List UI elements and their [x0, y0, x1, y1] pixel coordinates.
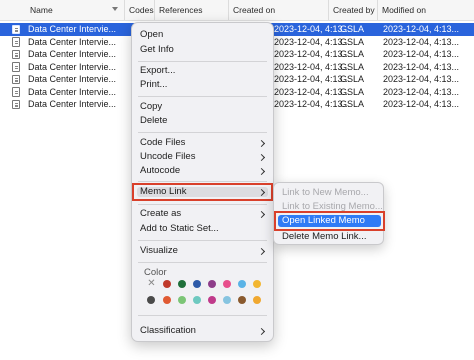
row-created-by: GSLA: [340, 74, 365, 84]
row-name: Data Center Intervie...: [28, 24, 117, 34]
row-name: Data Center Intervie...: [28, 86, 117, 97]
row-created-by: GSLA: [340, 61, 365, 72]
document-icon: [12, 49, 20, 59]
menu-divider: [138, 96, 267, 97]
menu-divider: [138, 262, 267, 263]
row-name: Data Center Intervie...: [28, 49, 117, 59]
row-created-by: GSLA: [340, 36, 365, 47]
row-modified-on: 2023-12-04, 4:13...: [383, 36, 460, 47]
column-header-created-on[interactable]: Created on: [228, 0, 275, 20]
color-swatch-purple[interactable]: [208, 280, 216, 288]
document-icon: [12, 62, 20, 72]
memo-link-submenu: Link to New Memo... Link to Existing Mem…: [273, 182, 385, 245]
menu-item-export[interactable]: Export...: [140, 64, 175, 78]
row-name: Data Center Intervie...: [28, 61, 117, 72]
menu-item-visualize[interactable]: Visualize: [140, 244, 178, 258]
color-swatch-orange[interactable]: [163, 296, 171, 304]
row-modified-on: 2023-12-04, 4:13...: [383, 24, 460, 34]
color-swatch-light-green[interactable]: [178, 296, 186, 304]
context-menu: Open Get Info Export... Print... Copy De…: [131, 22, 274, 342]
document-icon: [12, 87, 20, 97]
submenu-item-delete-memo-link[interactable]: Delete Memo Link...: [282, 230, 366, 243]
menu-divider: [138, 204, 267, 205]
menu-divider: [138, 240, 267, 241]
color-swatch-magenta[interactable]: [208, 296, 216, 304]
color-swatch-light-blue[interactable]: [238, 280, 246, 288]
menu-item-create-as[interactable]: Create as: [140, 207, 181, 221]
row-created-on: 2023-12-04, 4:13...: [274, 99, 351, 109]
color-swatch-sky-blue[interactable]: [223, 296, 231, 304]
document-icon: [12, 37, 20, 47]
no-color-icon[interactable]: ✕: [147, 279, 156, 289]
row-created-on: 2023-12-04, 4:13...: [274, 61, 351, 72]
chevron-right-icon: [257, 327, 266, 336]
chevron-right-icon: [257, 139, 266, 148]
row-created-by: GSLA: [340, 49, 365, 59]
column-header-references[interactable]: References: [154, 0, 202, 20]
color-swatch-red[interactable]: [163, 280, 171, 288]
document-icon: [12, 99, 20, 109]
row-modified-on: 2023-12-04, 4:13...: [383, 61, 460, 72]
document-icon: [12, 24, 20, 34]
row-created-on: 2023-12-04, 4:13...: [274, 49, 351, 59]
submenu-item-link-to-new-memo: Link to New Memo...: [282, 187, 369, 198]
row-created-by: GSLA: [340, 99, 365, 109]
row-created-on: 2023-12-04, 4:13...: [274, 24, 351, 34]
row-created-by: GSLA: [340, 86, 365, 97]
menu-divider: [138, 181, 267, 182]
row-modified-on: 2023-12-04, 4:13...: [383, 86, 460, 97]
column-header-modified-on[interactable]: Modified on: [377, 0, 426, 20]
document-icon: [12, 74, 20, 84]
row-modified-on: 2023-12-04, 4:13...: [383, 99, 460, 109]
color-swatch-yellow[interactable]: [253, 280, 261, 288]
menu-item-autocode[interactable]: Autocode: [140, 164, 180, 178]
sort-descending-icon[interactable]: [112, 7, 118, 11]
menu-item-get-info[interactable]: Get Info: [140, 43, 174, 57]
row-created-by: GSLA: [340, 24, 365, 34]
row-created-on: 2023-12-04, 4:13...: [274, 74, 351, 84]
menu-item-print[interactable]: Print...: [140, 78, 167, 92]
menu-divider: [138, 132, 267, 133]
submenu-item-open-linked-memo[interactable]: Open Linked Memo: [282, 214, 365, 227]
column-header-codes[interactable]: Codes: [124, 0, 154, 20]
menu-item-code-files[interactable]: Code Files: [140, 136, 185, 150]
menu-divider: [138, 315, 267, 316]
color-swatch-pink[interactable]: [223, 280, 231, 288]
menu-item-memo-link[interactable]: Memo Link: [140, 185, 186, 199]
column-header-created-by[interactable]: Created by: [328, 0, 375, 20]
color-swatch-blue[interactable]: [193, 280, 201, 288]
row-created-on: 2023-12-04, 4:13...: [274, 86, 351, 97]
menu-item-copy[interactable]: Copy: [140, 100, 162, 114]
column-header-name[interactable]: Name: [30, 0, 53, 20]
row-name: Data Center Intervie...: [28, 74, 117, 84]
table-header: Name Codes References Created on Created…: [0, 0, 474, 21]
color-swatch-amber[interactable]: [253, 296, 261, 304]
color-swatch-teal[interactable]: [193, 296, 201, 304]
color-swatch-brown[interactable]: [238, 296, 246, 304]
color-swatch-dark-green[interactable]: [178, 280, 186, 288]
menu-divider: [138, 61, 267, 62]
color-swatch-dark-gray[interactable]: [147, 296, 155, 304]
row-created-on: 2023-12-04, 4:13...: [274, 36, 351, 47]
row-modified-on: 2023-12-04, 4:13...: [383, 49, 460, 59]
chevron-right-icon: [257, 153, 266, 162]
menu-item-uncode-files[interactable]: Uncode Files: [140, 150, 195, 164]
chevron-right-icon: [257, 210, 266, 219]
chevron-right-icon: [257, 247, 266, 256]
row-name: Data Center Intervie...: [28, 36, 117, 47]
menu-item-classification[interactable]: Classification: [140, 324, 196, 338]
row-modified-on: 2023-12-04, 4:13...: [383, 74, 460, 84]
menu-item-open[interactable]: Open: [140, 28, 163, 42]
chevron-right-icon: [257, 167, 266, 176]
row-name: Data Center Intervie...: [28, 99, 117, 109]
menu-item-delete[interactable]: Delete: [140, 114, 167, 128]
menu-item-add-to-static-set[interactable]: Add to Static Set...: [140, 222, 219, 236]
